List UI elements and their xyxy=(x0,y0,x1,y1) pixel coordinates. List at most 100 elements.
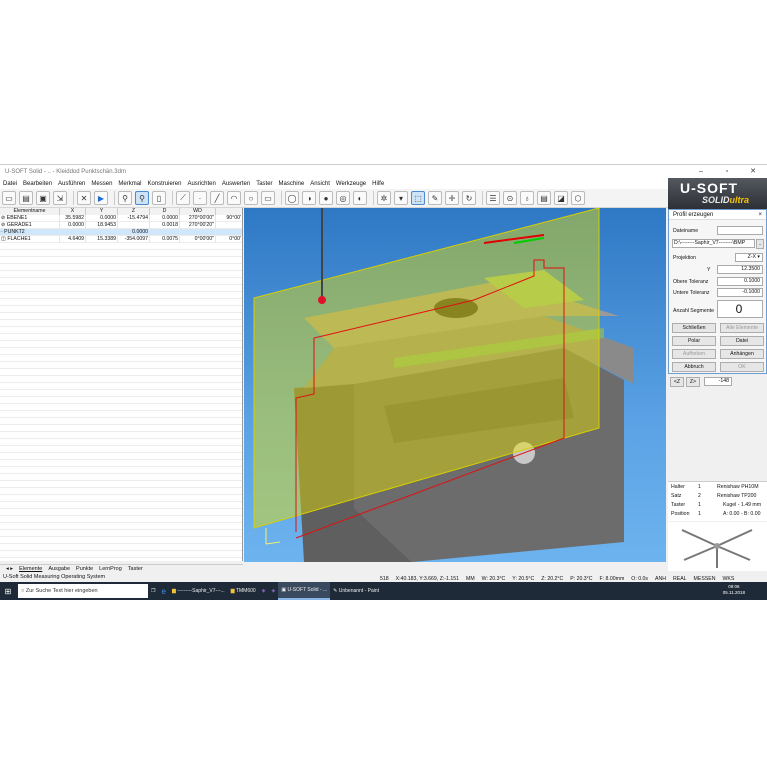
tab-punkte[interactable]: Punkte xyxy=(76,566,93,572)
header-extra[interactable] xyxy=(216,208,242,215)
menu-werkzeuge[interactable]: Werkzeuge xyxy=(336,181,366,187)
table-row-selected[interactable]: · PUNKT2 0.0000 xyxy=(0,229,242,236)
torus-icon[interactable]: ◎ xyxy=(336,191,350,205)
play-icon[interactable]: ▶ xyxy=(94,191,108,205)
crosshair-icon[interactable]: ✛ xyxy=(445,191,459,205)
visual-studio-icon[interactable]: ◈ xyxy=(259,582,269,600)
obere-toleranz-field[interactable]: 0.1000 xyxy=(717,277,763,286)
menu-messen[interactable]: Messen xyxy=(91,181,112,187)
rotate-icon[interactable]: ↻ xyxy=(462,191,476,205)
menu-hilfe[interactable]: Hilfe xyxy=(372,181,384,187)
close-button[interactable]: ✕ xyxy=(742,165,764,178)
taskbar-clock[interactable]: 09:06 05.11.2018 xyxy=(723,584,745,596)
header-wd[interactable]: WD xyxy=(180,208,216,215)
rectangle-icon[interactable]: ▭ xyxy=(261,191,275,205)
export-icon[interactable]: ⇲ xyxy=(53,191,67,205)
menu-auswerten[interactable]: Auswerten xyxy=(222,181,250,187)
z-plus-button[interactable]: Z> xyxy=(686,377,700,387)
circle-icon[interactable]: ○ xyxy=(244,191,258,205)
chart-icon[interactable]: ⟋ xyxy=(176,191,190,205)
edge-icon[interactable]: e xyxy=(158,582,168,600)
taskbar-item-usoft[interactable]: ▣ U-SOFT Solid - ... xyxy=(278,582,331,600)
save-icon[interactable]: ▣ xyxy=(36,191,50,205)
polar-button[interactable]: Polar xyxy=(672,336,716,346)
visual-studio-icon-2[interactable]: ◈ xyxy=(269,582,279,600)
taskbar-item-tmm[interactable]: ▆ TMM600 xyxy=(228,582,259,600)
menu-maschine[interactable]: Maschine xyxy=(279,181,305,187)
maximize-button[interactable]: ▫ xyxy=(716,165,738,178)
probe-icon[interactable]: ⚲ xyxy=(118,191,132,205)
arc-icon[interactable]: ◠ xyxy=(227,191,241,205)
list-icon[interactable]: ☰ xyxy=(486,191,500,205)
minimize-button[interactable]: – xyxy=(690,165,712,178)
tab-lernprog[interactable]: LernProg xyxy=(99,566,122,572)
status-anh: ANH xyxy=(655,575,666,582)
y-field[interactable]: 12.3500 xyxy=(717,265,763,274)
table-row[interactable]: ◫ FLÄCHE1 4.6409 15.3389 -354.0097 0.007… xyxy=(0,236,242,243)
menu-konstruieren[interactable]: Konstruieren xyxy=(147,181,181,187)
header-z[interactable]: Z xyxy=(118,208,150,215)
abbruch-button[interactable]: Abbruch xyxy=(672,362,716,372)
menu-ausrichten[interactable]: Ausrichten xyxy=(187,181,215,187)
dateiname-field[interactable] xyxy=(717,226,763,235)
target-icon[interactable]: ⊙ xyxy=(503,191,517,205)
tab-taster[interactable]: Taster xyxy=(128,566,143,572)
new-icon[interactable]: ▭ xyxy=(2,191,16,205)
3d-viewport[interactable] xyxy=(244,208,666,562)
taskbar-item-paint[interactable]: ✎ Unbenannt - Paint xyxy=(330,582,382,600)
paint-icon[interactable]: ◪ xyxy=(554,191,568,205)
taskbar-item-explorer[interactable]: ▆ ---------Saphir_V7---... xyxy=(169,582,228,600)
taskbar-search[interactable]: ○ Zur Suche Text hier eingeben xyxy=(18,584,148,598)
select-frame-icon[interactable]: ⬚ xyxy=(411,191,425,205)
path-field[interactable]: D:\--------Saphir_V7--------\BMP xyxy=(672,239,755,248)
probe-auto-icon[interactable]: ⚲ xyxy=(135,191,149,205)
tool-icon[interactable]: ✲ xyxy=(377,191,391,205)
menu-taster[interactable]: Taster xyxy=(256,181,272,187)
document-icon[interactable]: ▯ xyxy=(152,191,166,205)
task-view-icon[interactable]: ❐ xyxy=(148,582,158,600)
tab-ausgabe[interactable]: Ausgabe xyxy=(48,566,70,572)
dialog-close-icon[interactable]: × xyxy=(758,210,762,220)
dropdown-icon[interactable]: ▾ xyxy=(394,191,408,205)
pen-icon[interactable]: ✎ xyxy=(428,191,442,205)
tab-elemente[interactable]: Elemente xyxy=(19,566,42,572)
browse-button[interactable]: .. xyxy=(756,239,764,249)
anhaengen-button[interactable]: Anhängen xyxy=(720,349,764,359)
header-d[interactable]: D xyxy=(150,208,180,215)
untere-toleranz-field[interactable]: -0.1000 xyxy=(717,288,763,297)
menu-bearbeiten[interactable]: Bearbeiten xyxy=(23,181,52,187)
windows-start-icon[interactable]: ⊞ xyxy=(0,587,16,596)
report-icon[interactable]: ▤ xyxy=(537,191,551,205)
projektion-select[interactable]: Z-X ▾ xyxy=(735,253,763,262)
table-row[interactable]: ⊘ GERADE1 0.0000 18.9453 0.0018 270°00'2… xyxy=(0,222,242,229)
menu-datei[interactable]: Datei xyxy=(3,181,17,187)
datei-button[interactable]: Datei xyxy=(720,336,764,346)
pin-icon[interactable]: ♁ xyxy=(520,191,534,205)
header-x[interactable]: X xyxy=(60,208,86,215)
untere-toleranz-label: Untere Toleranz xyxy=(673,290,710,296)
sphere-icon[interactable]: ● xyxy=(319,191,333,205)
header-y[interactable]: Y xyxy=(86,208,118,215)
cube-icon[interactable]: ⬡ xyxy=(571,191,585,205)
point-icon[interactable]: · xyxy=(193,191,207,205)
menu-merkmal[interactable]: Merkmal xyxy=(118,181,141,187)
header-elementname[interactable]: Elementname xyxy=(0,208,60,215)
status-temp-p: P: 20.3°C xyxy=(570,575,593,582)
table-row[interactable]: ⊘ EBENE1 35.5982 0.0000 -15.4794 0.0000 … xyxy=(0,215,242,222)
line-icon[interactable]: ╱ xyxy=(210,191,224,205)
cylinder-icon[interactable]: ◯ xyxy=(285,191,299,205)
schliessen-button[interactable]: Schließen xyxy=(672,323,716,333)
z-minus-button[interactable]: <Z xyxy=(670,377,684,387)
delete-icon[interactable]: ✕ xyxy=(77,191,91,205)
ok-button[interactable]: OK xyxy=(720,362,764,372)
menu-ausfuehren[interactable]: Ausführen xyxy=(58,181,85,187)
menu-ansicht[interactable]: Ansicht xyxy=(310,181,330,187)
open-icon[interactable]: ▤ xyxy=(19,191,33,205)
aufheben-button[interactable]: Aufheben xyxy=(672,349,716,359)
scroll-arrows-icon[interactable]: ◂ ▸ xyxy=(6,566,13,572)
cone-icon[interactable]: ◑ xyxy=(302,191,316,205)
z-value-field[interactable]: -148 xyxy=(704,377,732,386)
plane-icon[interactable]: ◐ xyxy=(353,191,367,205)
status-text: U-Soft Solid Measuring Operating System xyxy=(3,574,106,580)
alle-elemente-button[interactable]: Alle Elemente xyxy=(720,323,764,333)
